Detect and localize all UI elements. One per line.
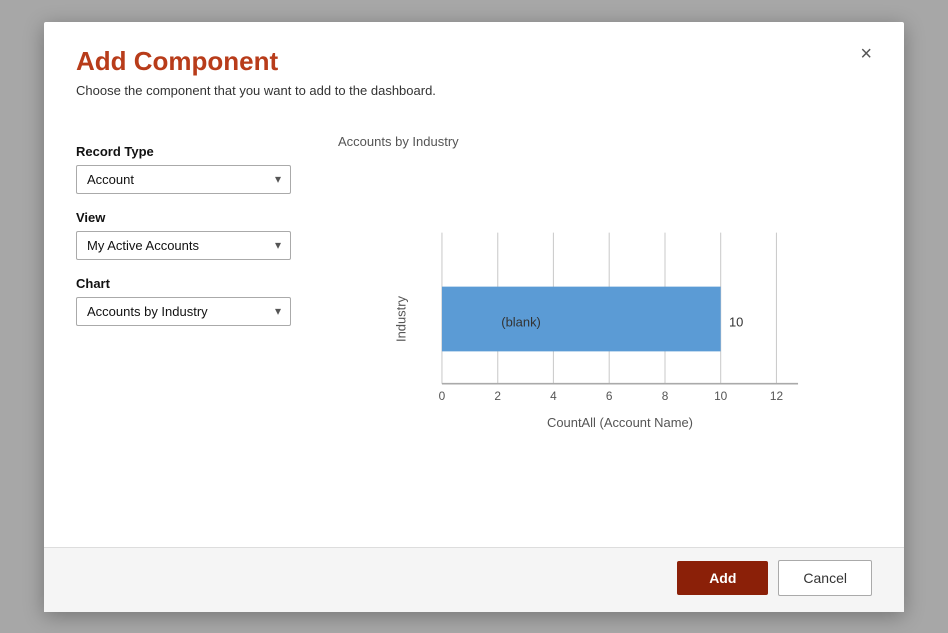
view-field: View My Active Accounts All Accounts Rec… [76, 210, 296, 260]
modal-dialog: Add Component Choose the component that … [44, 22, 904, 612]
right-panel: Accounts by Industry Industry 0 2 [328, 134, 872, 531]
chart-field: Chart Accounts by Industry Accounts by T… [76, 276, 296, 326]
modal-body: Record Type Account Contact Lead Opportu… [44, 114, 904, 547]
svg-text:8: 8 [662, 388, 669, 402]
view-select-wrapper: My Active Accounts All Accounts Recently… [76, 231, 291, 260]
svg-text:Industry: Industry [393, 295, 408, 342]
left-panel: Record Type Account Contact Lead Opportu… [76, 134, 296, 531]
record-type-select[interactable]: Account Contact Lead Opportunity [76, 165, 291, 194]
view-label: View [76, 210, 296, 225]
cancel-button[interactable]: Cancel [778, 560, 872, 596]
svg-text:0: 0 [439, 388, 446, 402]
chart-label: Chart [76, 276, 296, 291]
view-select[interactable]: My Active Accounts All Accounts Recently… [76, 231, 291, 260]
chart-area: Industry 0 2 4 6 [328, 157, 872, 531]
chart-select[interactable]: Accounts by Industry Accounts by Type Ac… [76, 297, 291, 326]
add-button[interactable]: Add [677, 561, 768, 595]
close-button[interactable]: × [852, 40, 880, 68]
record-type-select-wrapper: Account Contact Lead Opportunity [76, 165, 291, 194]
modal-subtitle: Choose the component that you want to ad… [76, 83, 872, 98]
chart-title: Accounts by Industry [328, 134, 872, 149]
svg-text:CountAll (Account Name): CountAll (Account Name) [547, 414, 693, 429]
svg-text:4: 4 [550, 388, 557, 402]
svg-text:2: 2 [494, 388, 501, 402]
bar-rect [442, 286, 721, 351]
modal-title: Add Component [76, 46, 872, 77]
svg-text:6: 6 [606, 388, 613, 402]
modal-overlay: Add Component Choose the component that … [0, 0, 948, 633]
modal-footer: Add Cancel [44, 547, 904, 612]
record-type-field: Record Type Account Contact Lead Opportu… [76, 144, 296, 194]
svg-text:10: 10 [729, 314, 743, 329]
svg-text:10: 10 [714, 388, 728, 402]
record-type-label: Record Type [76, 144, 296, 159]
chart-select-wrapper: Accounts by Industry Accounts by Type Ac… [76, 297, 291, 326]
svg-text:12: 12 [770, 388, 783, 402]
chart-svg: Industry 0 2 4 6 [388, 157, 852, 481]
svg-text:(blank): (blank) [501, 314, 541, 329]
modal-header: Add Component Choose the component that … [44, 22, 904, 114]
